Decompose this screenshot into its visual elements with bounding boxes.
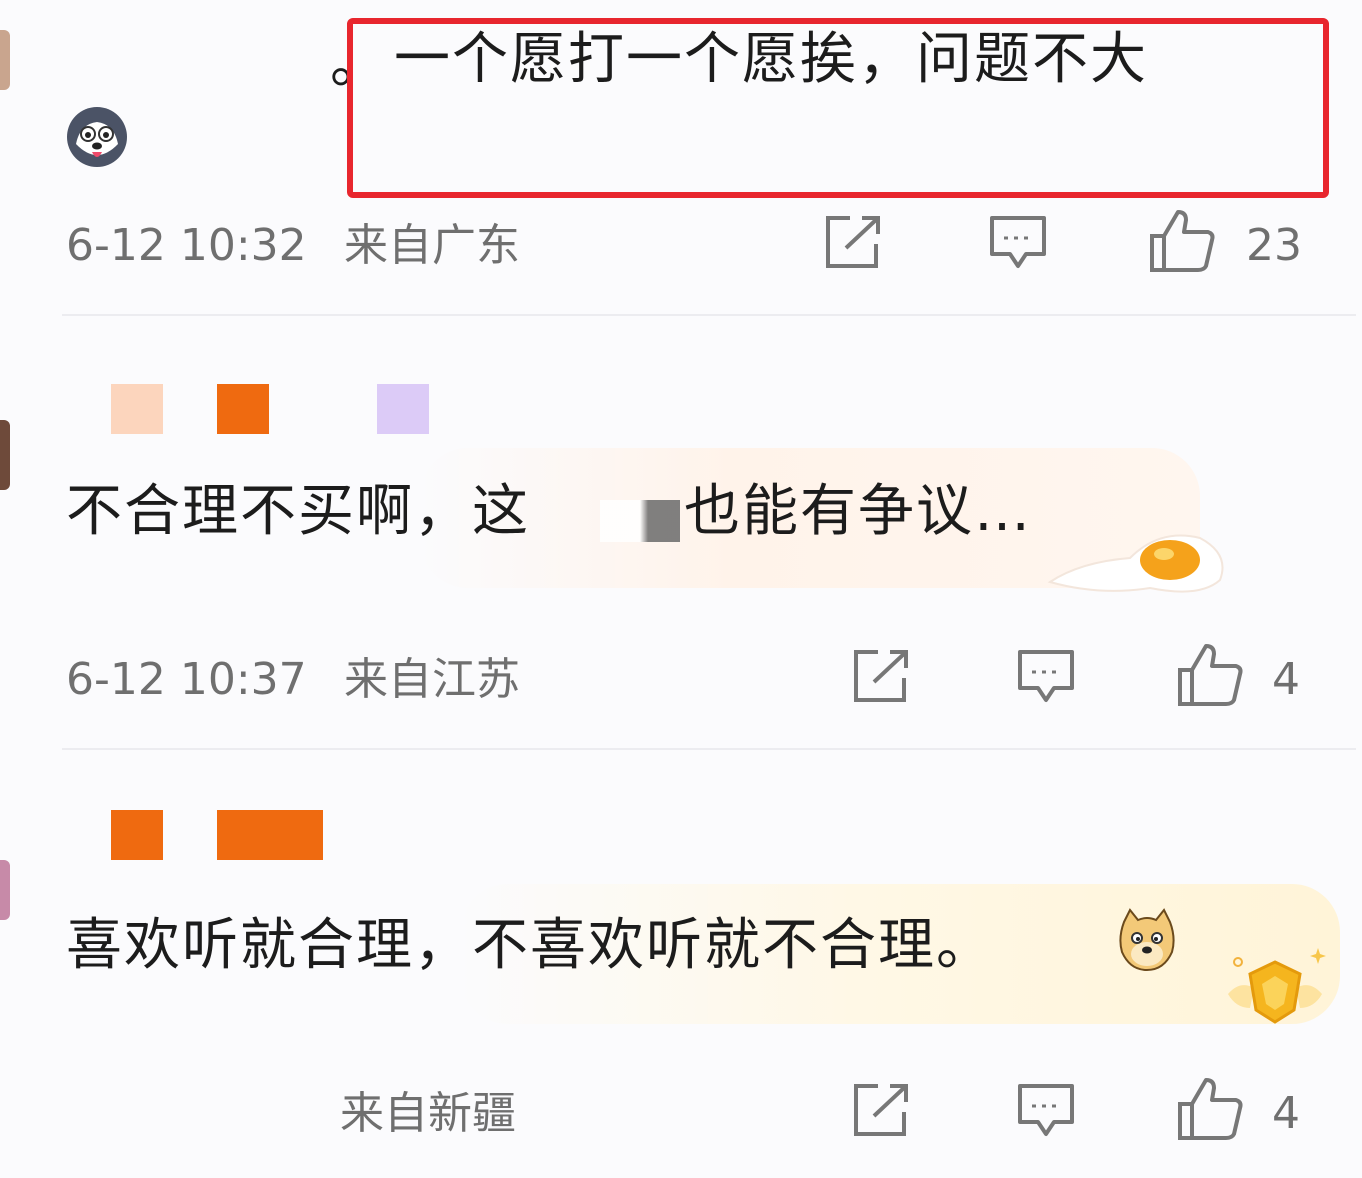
fried-egg-decoration-icon: [1040, 518, 1230, 598]
comment-icon[interactable]: [1016, 648, 1076, 706]
comment-location: 来自江苏: [344, 654, 520, 705]
comment-time: 6-12 10:37: [66, 654, 307, 705]
share-icon[interactable]: [852, 648, 912, 704]
redacted-username-block: [111, 810, 163, 860]
redacted-username-block: [111, 384, 163, 434]
comment-text: 不合理不买啊，这: [66, 479, 530, 544]
redacted-username-block: [377, 384, 429, 434]
like-count: 4: [1272, 654, 1300, 705]
comment-icon[interactable]: [988, 214, 1048, 272]
thumbs-up-icon[interactable]: [1176, 1076, 1246, 1142]
cropped-avatar-edge: [0, 420, 10, 490]
redacted-username-block: [217, 384, 269, 434]
comment-icon[interactable]: [1016, 1082, 1076, 1140]
cropped-avatar-edge: [0, 860, 10, 920]
comment-text: 喜欢听就合理，不喜欢听就不合理。: [66, 913, 994, 978]
thumbs-up-icon[interactable]: [1176, 642, 1246, 708]
husky-emoji-icon: [64, 104, 130, 170]
like-count: 4: [1272, 1088, 1300, 1139]
comment-text-tail: 也能有争议…: [684, 479, 1032, 544]
comment-divider: [62, 314, 1356, 316]
cropped-avatar-edge: [0, 30, 10, 90]
comment-text: 一个愿打一个愿挨，问题不大: [394, 27, 1148, 92]
redacted-username-block: [217, 810, 323, 860]
share-icon[interactable]: [824, 214, 884, 270]
thumbs-up-icon[interactable]: [1148, 208, 1218, 274]
comment-divider: [62, 748, 1356, 750]
comment-time: 6-12 10:32: [66, 220, 307, 271]
comment-location: 来自新疆: [340, 1088, 516, 1139]
gold-shield-badge-icon: [1220, 940, 1330, 1030]
redacted-text-fragment: [600, 500, 680, 542]
share-icon[interactable]: [852, 1082, 912, 1138]
doge-emoji-icon: [1116, 908, 1178, 972]
like-count: 23: [1246, 220, 1302, 271]
comment-location: 来自广东: [344, 220, 520, 271]
